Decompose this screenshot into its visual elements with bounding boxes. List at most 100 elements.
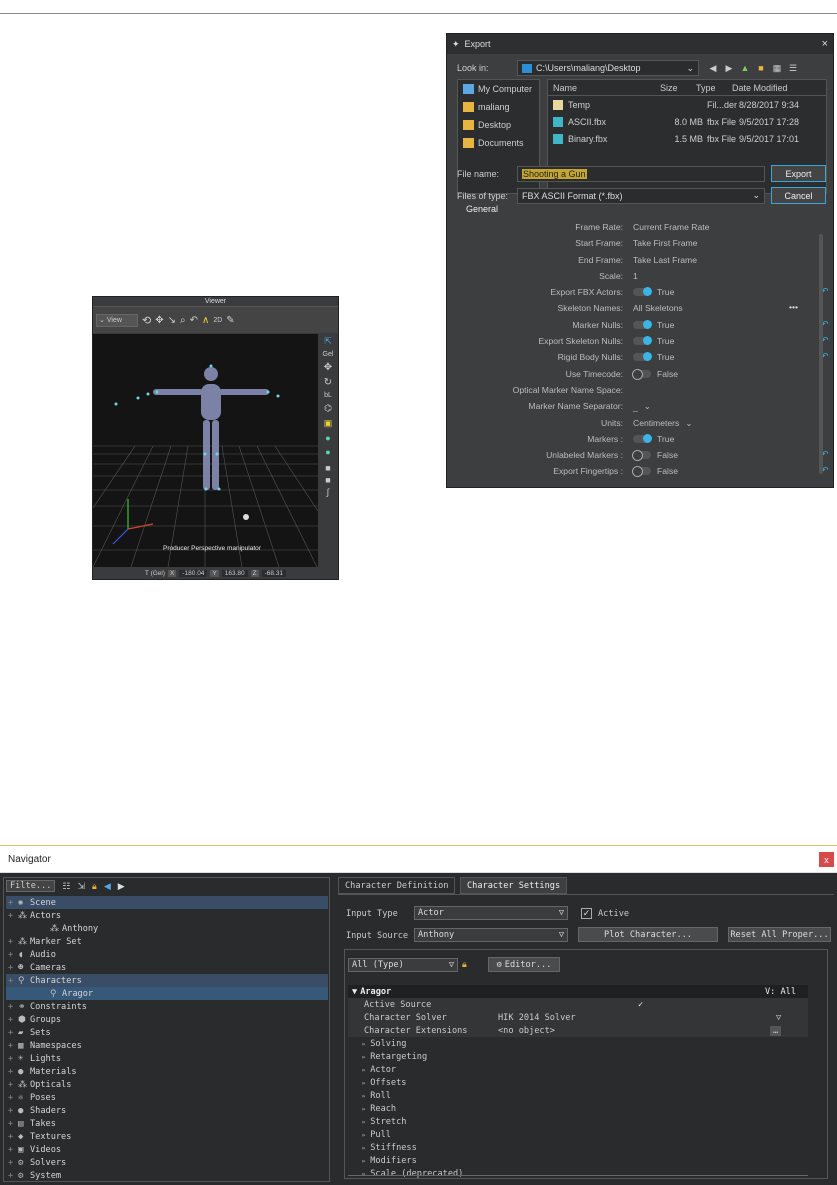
tree-item[interactable]: + ◖ Audio [6,948,328,961]
property-section[interactable]: ▹ Pull [348,1128,808,1141]
type-filter-select[interactable]: All (Type) ▽ [348,958,458,972]
tree-item[interactable]: + ⁂ Actors [6,909,328,922]
zoom-icon[interactable]: ⌕ [180,315,186,326]
property-section[interactable]: ▹ Actor [348,1063,808,1076]
property-value[interactable]: True [633,287,674,297]
z-value[interactable]: -68.31 [261,569,287,577]
active-checkbox[interactable]: ✓ [581,908,592,919]
tab-character-settings[interactable]: Character Settings [460,877,568,894]
property-value[interactable]: True [633,433,674,444]
reset-all-properties-button[interactable]: Reset All Proper... [728,927,831,942]
tree-item[interactable]: ⚲ Aragor [6,987,328,1000]
files-of-type-select[interactable]: FBX ASCII Format (*.fbx) ⌄ [517,187,765,204]
expand-icon[interactable]: + [8,1080,18,1090]
tree-item[interactable]: + ◆ Textures [6,1130,328,1143]
input-source-select[interactable]: Anthony ▽ [414,928,568,942]
more-button[interactable]: ••• [789,302,798,312]
expand-icon[interactable]: + [8,1041,18,1051]
look-in-select[interactable]: C:\Users\maliang\Desktop ⌄ [517,60,699,76]
property-section[interactable]: ▹ Retargeting [348,1050,808,1063]
place-desktop[interactable]: Desktop [458,116,539,134]
character-solver-value[interactable]: HIK 2014 Solver [498,1013,576,1023]
property-value[interactable]: _ ⌄ [633,401,651,412]
col-name[interactable]: Name [548,83,656,93]
detail-view-icon[interactable]: ☰ [787,62,799,74]
tree-item[interactable]: + ▤ Takes [6,1117,328,1130]
property-value[interactable]: False [632,450,678,462]
property-value[interactable]: True [633,319,674,330]
tree-item[interactable]: + ⚛ Poses [6,1091,328,1104]
property-value[interactable]: Take First Frame [633,238,697,248]
expand-icon[interactable]: + [8,1119,18,1129]
close-icon[interactable]: × [822,38,828,50]
back-arrow-icon[interactable]: ◀ [104,881,111,892]
keyframe-icon[interactable]: ▣ [318,418,338,429]
expand-icon[interactable]: + [8,1093,18,1103]
group-header[interactable]: ▼ Aragor V: All [348,985,808,998]
expand-icon[interactable]: + [8,1015,18,1025]
gel-label[interactable]: Gel [318,351,338,358]
expand-icon[interactable]: + [8,898,18,908]
export-button[interactable]: Export [771,165,826,182]
toggle-switch[interactable] [633,319,652,329]
tab-general[interactable]: General [466,204,498,214]
expand-icon[interactable]: + [8,1028,18,1038]
property-value[interactable]: True [633,352,674,362]
tree-item[interactable]: ⁂ Anthony [6,922,328,935]
curve-icon[interactable]: ∫ [318,487,338,497]
cube-icon[interactable]: ■ [318,463,338,473]
file-row[interactable]: ASCII.fbx 8.0 MB fbx File 9/5/2017 17:28 [548,113,826,130]
translate-icon[interactable]: ✥ [318,362,338,373]
property-value[interactable]: Current Frame Rate [633,222,709,232]
tree-item[interactable]: + ☀ Lights [6,1052,328,1065]
tree-item[interactable]: + ✺ Scene [6,896,328,909]
property-section[interactable]: ▹ Stretch [348,1115,808,1128]
expand-icon[interactable]: + [8,1054,18,1064]
property-value[interactable]: False [632,466,678,478]
tree-item[interactable]: + ☻ Cameras [6,961,328,974]
tree-item[interactable]: + ⚙ Solvers [6,1156,328,1169]
character-extensions-value[interactable]: <no object> [498,1026,555,1036]
toggle-switch[interactable] [633,352,652,362]
property-section[interactable]: ▹ Solving [348,1037,808,1050]
forward-icon[interactable]: ▶ [723,62,735,74]
orbit-icon[interactable]: ⟲ [142,314,151,327]
curve-icon[interactable]: ∧ [202,315,209,326]
expand-icon[interactable]: + [8,1002,18,1012]
toggle-switch[interactable] [633,287,652,297]
tree-item[interactable]: + ● Materials [6,1065,328,1078]
tree-item[interactable]: + ● Shaders [6,1104,328,1117]
viewport-3d[interactable]: Producer Perspective manipulator [93,334,318,567]
property-section[interactable]: ▹ Stiffness [348,1141,808,1154]
expand-icon[interactable]: + [8,1067,18,1077]
expand-icon[interactable]: + [8,963,18,973]
expand-icon[interactable]: + [8,911,18,921]
active-source-checkbox[interactable]: ✓ [638,1000,643,1010]
tree-item[interactable]: + ⁂ Marker Set [6,935,328,948]
up-folder-icon[interactable]: ▲ [739,62,751,74]
input-type-select[interactable]: Actor ▽ [414,906,568,920]
property-value[interactable]: All Skeletons [633,303,683,313]
expand-icon[interactable]: + [8,1171,18,1181]
new-folder-icon[interactable]: ■ [755,62,767,74]
place-documents[interactable]: Documents [458,134,539,152]
sphere-icon[interactable]: ● [318,447,338,457]
property-section[interactable]: ▹ Reach [348,1102,808,1115]
property-value[interactable]: Centimeters ⌄ [633,418,693,429]
toggle-switch[interactable] [633,433,652,443]
toggle-switch[interactable] [632,368,651,380]
pen-icon[interactable]: ✎ [226,315,234,326]
cursor-icon[interactable]: ⇱ [318,336,338,347]
2d-icon[interactable]: 2D [213,317,222,324]
place-my-computer[interactable]: My Computer [458,80,539,98]
close-button[interactable]: x [819,852,834,867]
expand-icon[interactable]: + [8,1132,18,1142]
scrollbar[interactable] [819,234,823,474]
plot-character-button[interactable]: Plot Character... [578,927,718,942]
lock-icon[interactable]: 🔒︎ [92,881,97,892]
property-section[interactable]: ▹ Roll [348,1089,808,1102]
tree-item[interactable]: + ⬢ Groups [6,1013,328,1026]
tree-item[interactable]: + ⁂ Opticals [6,1078,328,1091]
property-value[interactable]: False [632,368,678,380]
tree-item[interactable]: + ⚙ System [6,1169,328,1182]
